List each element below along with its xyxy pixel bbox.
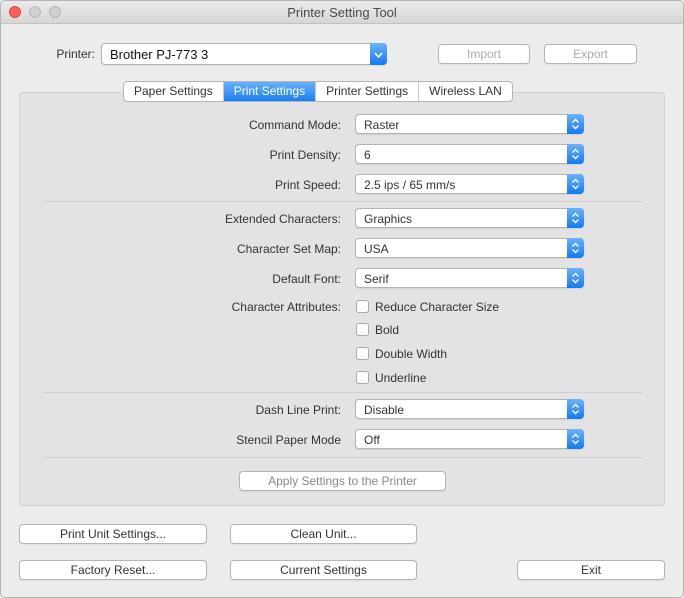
extended-characters-select[interactable]: Graphics xyxy=(355,208,584,228)
printer-value: Brother PJ-773 3 xyxy=(110,47,209,62)
stencil-paper-mode-select[interactable]: Off xyxy=(355,429,584,449)
window-title: Printer Setting Tool xyxy=(287,5,397,20)
default-font-select[interactable]: Serif xyxy=(355,268,584,288)
default-font-label: Default Font: xyxy=(272,272,341,286)
updown-arrows-icon xyxy=(567,174,584,194)
export-button[interactable]: Export xyxy=(544,44,637,64)
print-unit-settings-button[interactable]: Print Unit Settings... xyxy=(19,524,207,544)
current-settings-button[interactable]: Current Settings xyxy=(230,560,417,580)
print-density-value: 6 xyxy=(364,148,371,162)
updown-arrows-icon xyxy=(567,144,584,164)
underline-label: Underline xyxy=(375,371,427,385)
reduce-character-size-checkbox[interactable] xyxy=(356,300,369,313)
tab-printer-settings[interactable]: Printer Settings xyxy=(316,82,420,101)
character-set-map-value: USA xyxy=(364,242,389,256)
tab-print-settings[interactable]: Print Settings xyxy=(223,82,317,101)
tab-paper-settings[interactable]: Paper Settings xyxy=(124,82,224,101)
print-speed-label: Print Speed: xyxy=(274,178,341,192)
exit-button[interactable]: Exit xyxy=(517,560,665,580)
extended-characters-label: Extended Characters: xyxy=(224,212,341,226)
updown-arrows-icon xyxy=(567,238,584,258)
updown-arrows-icon xyxy=(567,208,584,228)
reduce-character-size-label: Reduce Character Size xyxy=(375,300,500,314)
apply-settings-button[interactable]: Apply Settings to the Printer xyxy=(239,471,446,491)
factory-reset-button[interactable]: Factory Reset... xyxy=(19,560,207,580)
section-divider xyxy=(43,201,643,202)
chevron-down-icon xyxy=(370,43,387,65)
stencil-paper-mode-value: Off xyxy=(364,433,380,447)
double-width-checkbox[interactable] xyxy=(356,347,369,360)
updown-arrows-icon xyxy=(567,429,584,449)
underline-checkbox[interactable] xyxy=(356,371,369,384)
character-attributes-label: Character Attributes: xyxy=(231,300,341,314)
stencil-paper-mode-label: Stencil Paper Mode xyxy=(236,433,341,447)
title-bar[interactable]: Printer Setting Tool xyxy=(1,1,683,24)
printer-label: Printer: xyxy=(56,47,95,61)
command-mode-label: Command Mode: xyxy=(248,118,341,132)
dash-line-print-select[interactable]: Disable xyxy=(355,399,584,419)
tab-wireless-lan[interactable]: Wireless LAN xyxy=(419,82,512,101)
clean-unit-button[interactable]: Clean Unit... xyxy=(230,524,417,544)
updown-arrows-icon xyxy=(567,268,584,288)
character-set-map-select[interactable]: USA xyxy=(355,238,584,258)
updown-arrows-icon xyxy=(567,114,584,134)
print-speed-value: 2.5 ips / 65 mm/s xyxy=(364,178,456,192)
dash-line-print-label: Dash Line Print: xyxy=(255,403,341,417)
bold-checkbox[interactable] xyxy=(356,323,369,336)
default-font-value: Serif xyxy=(364,272,389,286)
app-window: Printer Setting Tool Printer: Brother PJ… xyxy=(0,0,684,598)
section-divider xyxy=(43,392,643,393)
import-button[interactable]: Import xyxy=(438,44,530,64)
section-divider xyxy=(43,457,643,458)
character-set-map-label: Character Set Map: xyxy=(236,242,341,256)
print-density-select[interactable]: 6 xyxy=(355,144,584,164)
extended-characters-value: Graphics xyxy=(364,212,413,226)
double-width-label: Double Width xyxy=(375,347,448,361)
tab-bar: Paper Settings Print Settings Printer Se… xyxy=(123,81,513,102)
print-speed-select[interactable]: 2.5 ips / 65 mm/s xyxy=(355,174,584,194)
dash-line-print-value: Disable xyxy=(364,403,405,417)
printer-select[interactable]: Brother PJ-773 3 xyxy=(101,43,387,65)
print-density-label: Print Density: xyxy=(269,148,341,162)
command-mode-value: Raster xyxy=(364,118,400,132)
updown-arrows-icon xyxy=(567,399,584,419)
command-mode-select[interactable]: Raster xyxy=(355,114,584,134)
bold-label: Bold xyxy=(375,323,400,337)
